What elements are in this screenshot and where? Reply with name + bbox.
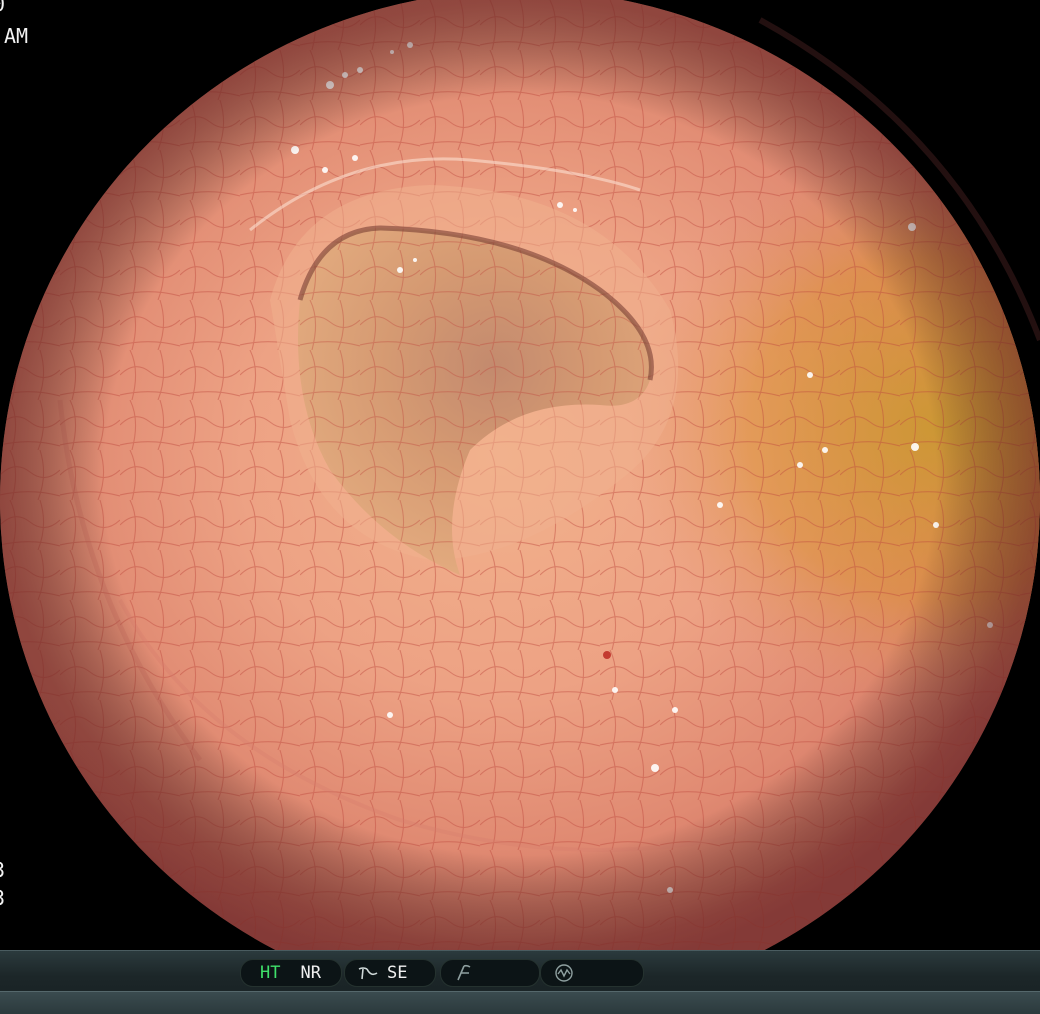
time-ampm-label: AM (4, 24, 29, 48)
structure-enhancement-icon (357, 963, 379, 983)
status-bar: HT NR SE (0, 950, 1040, 1014)
nr-label: NR (300, 963, 321, 983)
time-readout: 0 (0, 0, 5, 16)
waveform-indicator (540, 959, 644, 987)
endoscopic-image (0, 0, 1040, 950)
status-bar-lower-band (0, 991, 1040, 1014)
ht-label: HT (260, 963, 281, 983)
se-label: SE (387, 963, 408, 983)
waveform-icon (553, 963, 575, 983)
colon-lumen-image (0, 0, 1040, 950)
function-icon (453, 963, 475, 983)
side-readout-1: 3 (0, 858, 5, 882)
function-indicator (440, 959, 540, 987)
side-readout-2: 3 (0, 886, 5, 910)
ht-nr-indicator: HT NR (240, 959, 342, 987)
endoscope-screen: 0 AM 3 3 HT NR SE (0, 0, 1040, 1014)
se-indicator: SE (344, 959, 436, 987)
